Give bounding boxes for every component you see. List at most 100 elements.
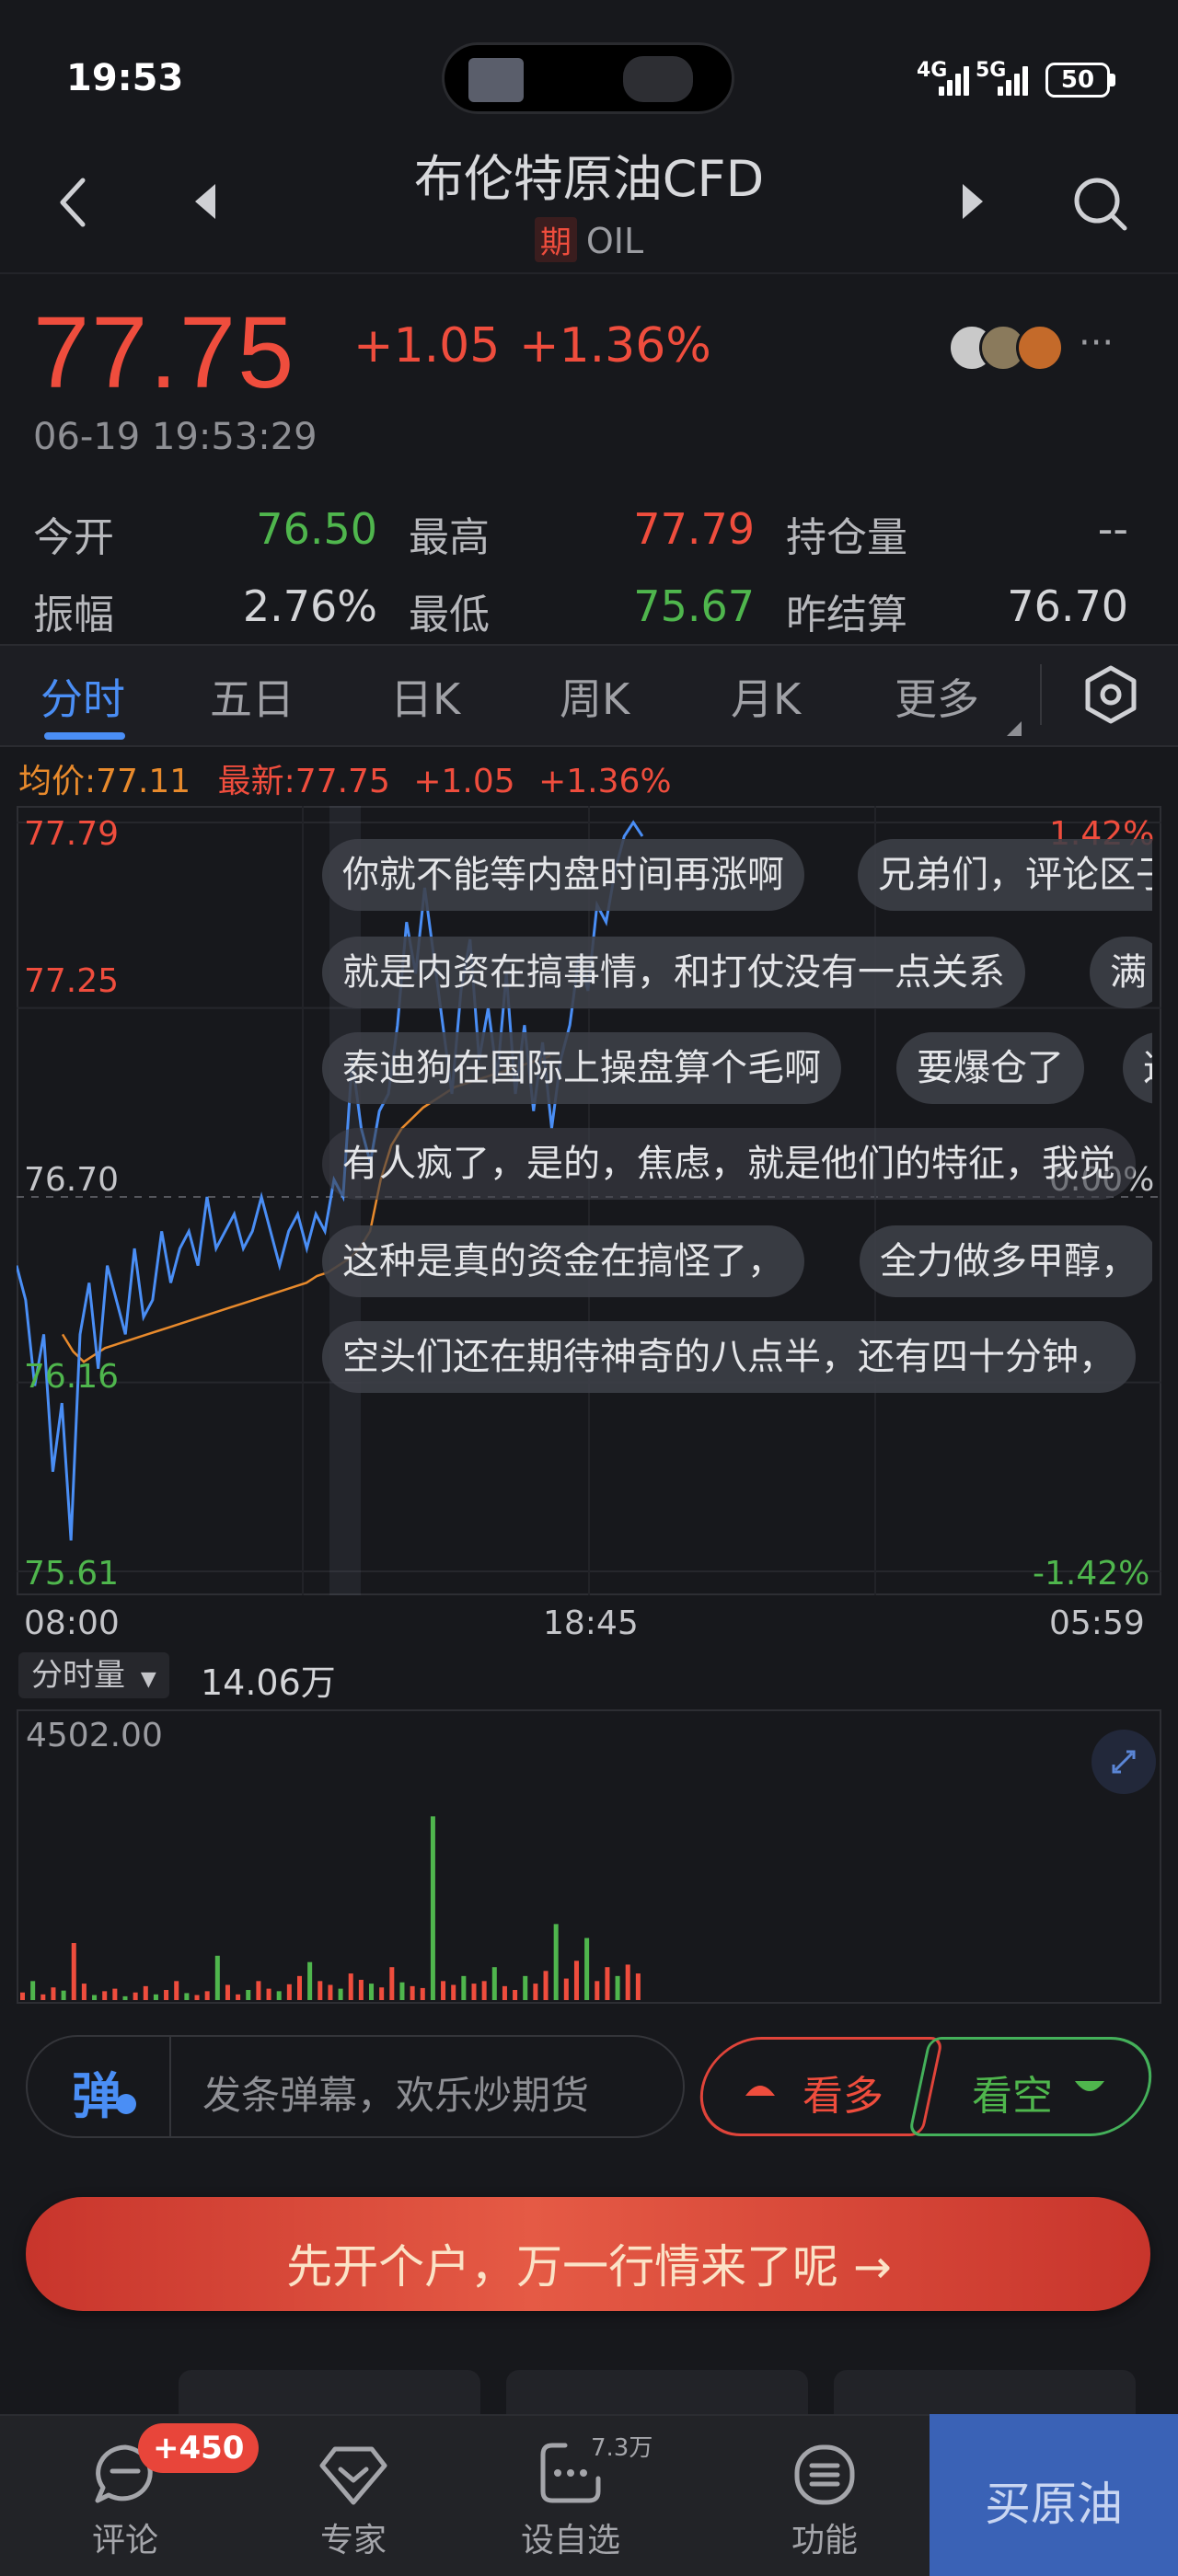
- volume-bar: [491, 1967, 497, 2000]
- tab-weekly-k[interactable]: 周K: [560, 666, 629, 727]
- volume-bar: [369, 1984, 375, 2000]
- danmaku-bubble: 就是内资在搞事情，和打仗没有一点关系: [322, 937, 1025, 1008]
- buy-crude-label[interactable]: 买原油: [930, 2467, 1178, 2534]
- volume-bar: [81, 1984, 87, 2000]
- volume-bar: [379, 1987, 385, 2000]
- low-value: 75.67: [633, 581, 755, 631]
- open-interest-label: 持仓量: [786, 514, 907, 561]
- open-account-text[interactable]: 先开个户，万一行情来了呢 →: [0, 2230, 1178, 2296]
- signal-icon: [939, 64, 976, 96]
- y-tick-ref: 76.70: [24, 1161, 120, 1199]
- volume-bar: [461, 1975, 467, 2000]
- volume-bar: [204, 1991, 210, 2000]
- volume-bar: [40, 1994, 46, 2000]
- x-tick-start: 08:00: [24, 1604, 120, 1642]
- settings-icon[interactable]: [1082, 664, 1139, 725]
- volume-bar: [286, 1984, 292, 2000]
- bearish-label[interactable]: 看空: [972, 2063, 1053, 2122]
- volume-bar: [30, 1981, 36, 2000]
- volume-bar: [133, 1992, 138, 2000]
- tab-daily-k[interactable]: 日K: [390, 666, 460, 727]
- nav-function-label[interactable]: 功能: [751, 2513, 898, 2561]
- y-tick-upper: 77.25: [24, 962, 120, 1000]
- tab-more[interactable]: 更多: [895, 666, 979, 727]
- volume-bar: [595, 1981, 600, 2000]
- volume-bar: [605, 1967, 610, 2000]
- volume-max-label: 4502.00: [26, 1717, 163, 1754]
- volume-selector[interactable]: 分时量 ▼: [18, 1652, 169, 1698]
- instrument-subtitle: 期 OIL: [0, 217, 1178, 262]
- y-tick-low: 75.61: [24, 1555, 120, 1593]
- tab-intraday[interactable]: 分时: [40, 666, 125, 727]
- battery-nub: [1110, 74, 1115, 86]
- danmaku-bubble: 空头们还在期待神奇的八点半，还有四十分钟，: [322, 1321, 1136, 1393]
- volume-bar: [184, 1993, 190, 2000]
- tab-divider: [1040, 664, 1042, 725]
- tab-five-day[interactable]: 五日: [210, 666, 294, 727]
- check-badge-icon: [116, 2094, 136, 2114]
- arrow-down-icon: [1075, 2081, 1104, 2091]
- volume-bar: [543, 1971, 549, 2000]
- volume-bar: [553, 1924, 559, 2000]
- expand-icon: [1112, 1750, 1136, 1774]
- more-dropdown-icon: [1007, 721, 1022, 736]
- volume-bar: [441, 1981, 446, 2000]
- nav-watchlist-label[interactable]: 设自选: [497, 2513, 644, 2561]
- volume-total: 14.06万: [201, 1662, 336, 1703]
- volume-bar: [276, 1991, 282, 2000]
- high-value: 77.79: [633, 504, 755, 554]
- status-time: 19:53: [66, 57, 184, 99]
- open-value: 76.50: [256, 504, 377, 554]
- next-instrument-icon[interactable]: [959, 182, 987, 221]
- tab-monthly-k[interactable]: 月K: [731, 666, 801, 727]
- search-icon[interactable]: [1071, 175, 1130, 234]
- danmaku-bubble: 你就不能等内盘时间再涨啊: [322, 839, 804, 911]
- volume-bar: [266, 1988, 271, 2000]
- nav-comment-label[interactable]: 评论: [52, 2513, 199, 2561]
- danmaku-placeholder[interactable]: 发条弹幕，欢乐炒期货: [202, 2064, 589, 2121]
- volume-bar: [318, 1981, 323, 2000]
- volume-bar: [61, 1990, 66, 2000]
- bullish-label[interactable]: 看多: [803, 2063, 884, 2122]
- danmaku-toggle[interactable]: 弹: [28, 2037, 171, 2136]
- function-icon[interactable]: [791, 2442, 858, 2508]
- instrument-code: OIL: [585, 221, 644, 261]
- volume-bar: [174, 1981, 179, 2000]
- danmaku-bubble: 兄弟们，评论区子: [858, 839, 1152, 911]
- dynamic-island: [442, 42, 734, 114]
- volume-bar: [502, 1985, 507, 2000]
- chevron-down-icon: ▼: [140, 1668, 156, 1691]
- volume-bar: [338, 1988, 343, 2000]
- comment-count-badge: +450: [138, 2423, 260, 2473]
- prev-settle-value: 76.70: [1007, 581, 1128, 631]
- volume-bar: [533, 1984, 538, 2000]
- last-price: 77.75: [33, 296, 296, 409]
- nav-expert-label[interactable]: 专家: [280, 2513, 427, 2561]
- volume-bar: [513, 1989, 518, 2000]
- price-change: +1.05: [353, 318, 501, 374]
- danmaku-bubble: 这种是真的资金在搞怪了，: [322, 1225, 804, 1297]
- volume-bar: [143, 1985, 148, 2000]
- volume-bar: [348, 1973, 353, 2000]
- expand-chart-button[interactable]: [1091, 1730, 1156, 1794]
- volume-bar: [307, 1961, 313, 2000]
- volume-bar: [625, 1964, 630, 2000]
- x-tick-mid: 18:45: [543, 1604, 639, 1642]
- avg-price-label: 均价:77.11: [18, 763, 191, 800]
- avatar[interactable]: [1016, 324, 1064, 372]
- volume-bar: [410, 1985, 415, 2000]
- watchlist-count: 7.3万: [591, 2434, 653, 2462]
- danmaku-bubble: 这: [1123, 1032, 1152, 1104]
- volume-bar: [451, 1984, 456, 2000]
- danmaku-bubble: 要爆仓了: [896, 1032, 1084, 1104]
- volume-bar: [164, 1989, 169, 2000]
- more-icon[interactable]: ···: [1079, 322, 1114, 364]
- volume-bar: [615, 1975, 620, 2000]
- volume-bar: [194, 1995, 200, 2000]
- volume-bar: [584, 1938, 590, 2000]
- volume-bar: [51, 1987, 56, 2000]
- volume-bar: [112, 1988, 118, 2000]
- expert-icon[interactable]: [318, 2444, 388, 2508]
- prev-settle-label: 昨结算: [786, 592, 907, 638]
- quote-timestamp: 06-19 19:53:29: [33, 416, 318, 458]
